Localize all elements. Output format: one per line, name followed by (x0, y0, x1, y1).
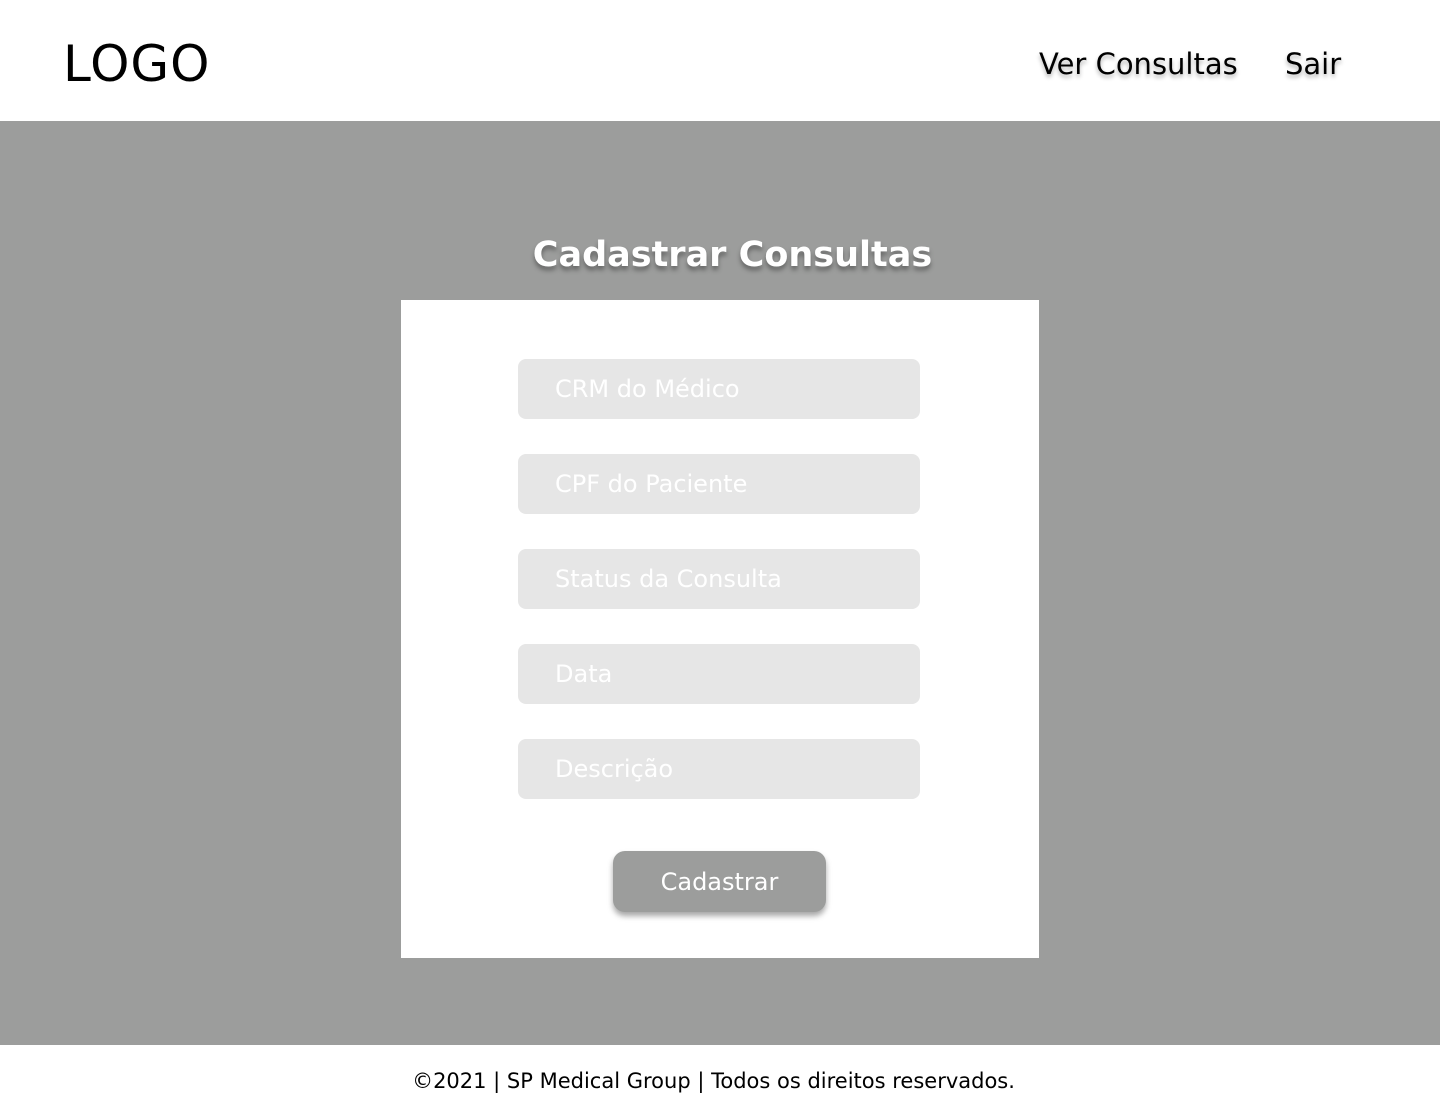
nav-link-sair[interactable]: Sair (1285, 46, 1341, 82)
data-input[interactable] (518, 644, 920, 704)
cadastro-form-card: Cadastrar (401, 300, 1039, 958)
top-header: LOGO Ver Consultas Sair (0, 0, 1440, 121)
cpf-paciente-input[interactable] (518, 454, 920, 514)
cadastrar-button[interactable]: Cadastrar (613, 851, 826, 912)
page-title: Cadastrar Consultas (532, 235, 933, 275)
logo: LOGO (63, 35, 211, 93)
footer-copyright: ©2021 | SP Medical Group | Todos os dire… (412, 1069, 1015, 1093)
crm-medico-input[interactable] (518, 359, 920, 419)
main-section: Cadastrar Consultas Cadastrar (0, 121, 1440, 1045)
status-consulta-input[interactable] (518, 549, 920, 609)
page-footer: ©2021 | SP Medical Group | Todos os dire… (0, 1045, 1440, 1119)
descricao-input[interactable] (518, 739, 920, 799)
nav-link-ver-consultas[interactable]: Ver Consultas (1039, 46, 1238, 82)
